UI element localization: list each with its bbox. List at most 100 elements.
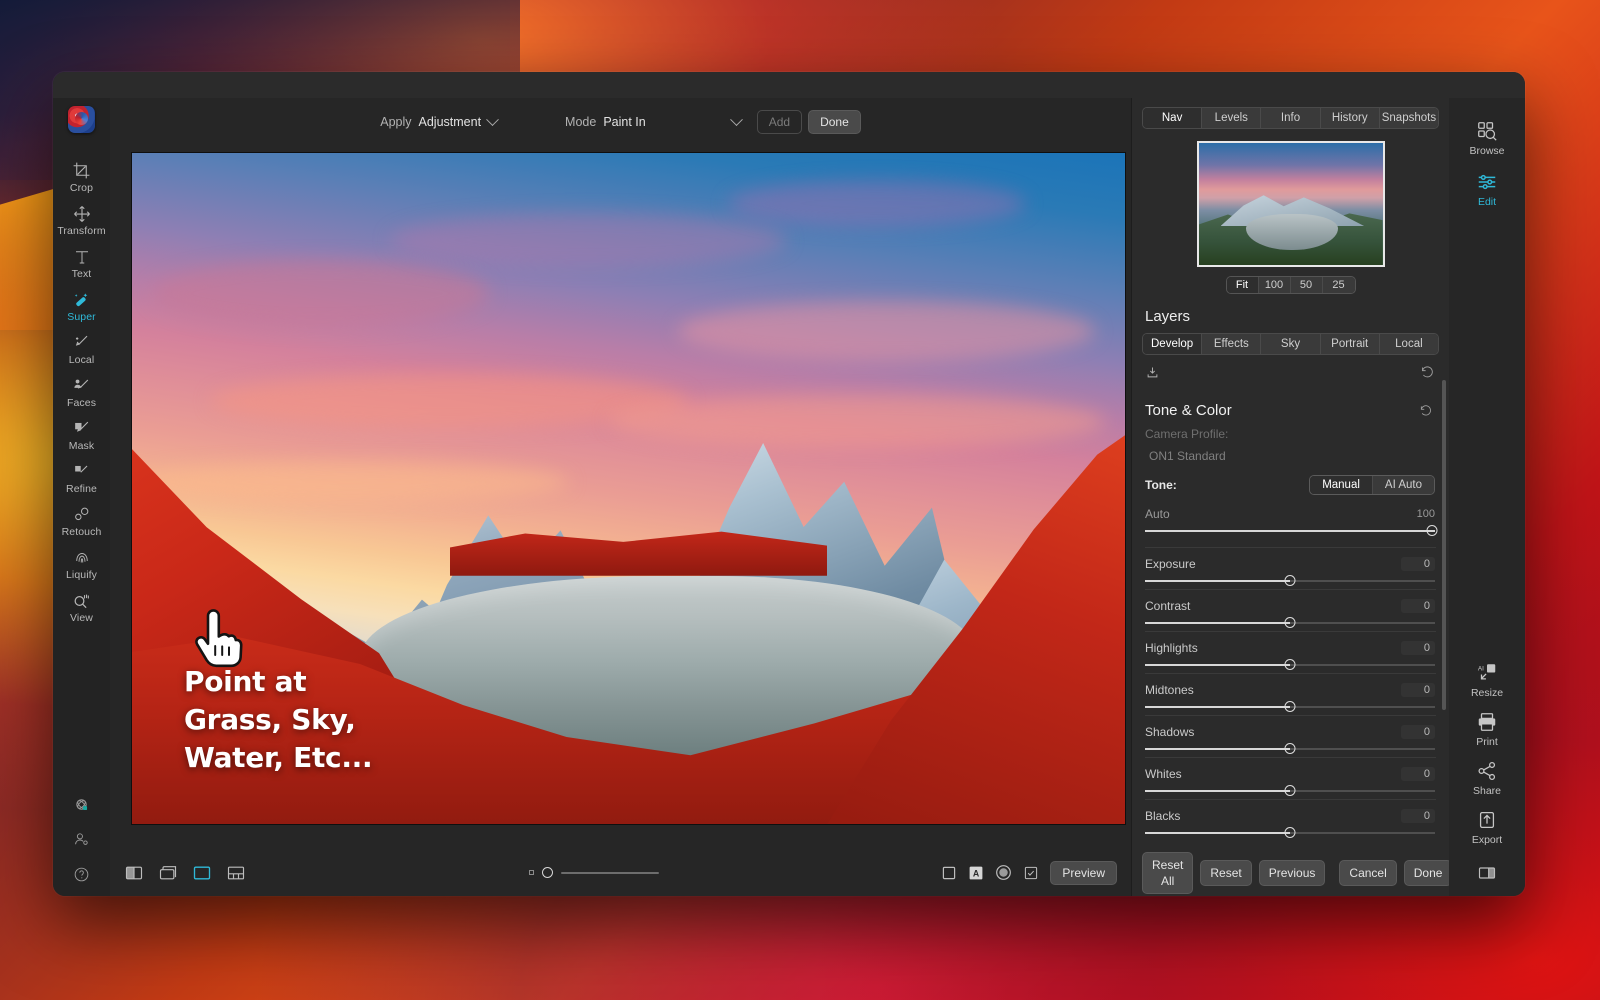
- square-icon[interactable]: [941, 865, 957, 881]
- module-browse[interactable]: Browse: [1449, 112, 1525, 163]
- slider-value[interactable]: 0: [1401, 725, 1435, 739]
- sync-globe-icon[interactable]: [72, 795, 91, 814]
- zoom-slider-group[interactable]: [246, 867, 941, 878]
- slider-knob[interactable]: [1285, 575, 1296, 586]
- module-share[interactable]: Share: [1449, 752, 1525, 801]
- zoom-100[interactable]: 100: [1259, 277, 1291, 293]
- zoom-25[interactable]: 25: [1323, 277, 1355, 293]
- checker-icon[interactable]: [1023, 865, 1039, 881]
- panel-done-button[interactable]: Done: [1404, 860, 1453, 886]
- account-icon[interactable]: [72, 830, 91, 849]
- tab-nav[interactable]: Nav: [1143, 108, 1202, 128]
- slider-track[interactable]: [1145, 743, 1435, 755]
- slider-contrast: Contrast 0: [1132, 590, 1449, 629]
- slider-knob[interactable]: [1285, 617, 1296, 628]
- tab-info[interactable]: Info: [1261, 108, 1320, 128]
- tool-faces[interactable]: Faces: [53, 372, 110, 415]
- window-titlebar[interactable]: [53, 72, 1525, 98]
- tone-mode-manual[interactable]: Manual: [1310, 476, 1373, 494]
- tab-snapshots[interactable]: Snapshots: [1380, 108, 1438, 128]
- apply-dropdown-value[interactable]: Adjustment: [419, 115, 482, 129]
- slider-knob[interactable]: [1285, 659, 1296, 670]
- slider-value[interactable]: 0: [1401, 767, 1435, 781]
- circle-fill-icon[interactable]: [995, 864, 1012, 881]
- slider-knob[interactable]: [1285, 785, 1296, 796]
- slider-knob[interactable]: [1285, 701, 1296, 712]
- tab-effects[interactable]: Effects: [1202, 334, 1261, 354]
- tool-crop[interactable]: Crop: [53, 157, 110, 200]
- tool-mask[interactable]: Mask: [53, 415, 110, 458]
- zoom-slider-track[interactable]: [561, 872, 659, 874]
- tab-levels[interactable]: Levels: [1202, 108, 1261, 128]
- reset-arrow-icon[interactable]: [1420, 365, 1435, 380]
- slider-track[interactable]: [1145, 785, 1435, 797]
- module-export[interactable]: Export: [1449, 801, 1525, 850]
- tab-local[interactable]: Local: [1380, 334, 1438, 354]
- grid-view-icon[interactable]: [226, 863, 246, 883]
- panel-toggle-icon[interactable]: [1477, 850, 1497, 896]
- auto-slider-knob[interactable]: [1427, 525, 1438, 536]
- window-view-icon[interactable]: [158, 863, 178, 883]
- tool-text[interactable]: Text: [53, 243, 110, 286]
- slider-value[interactable]: 0: [1401, 557, 1435, 571]
- right-panel: Nav Levels Info History Snapshots Fit 10…: [1131, 98, 1449, 896]
- tool-local[interactable]: Local: [53, 329, 110, 372]
- chevron-down-icon[interactable]: [486, 113, 499, 126]
- tool-refine[interactable]: Refine: [53, 458, 110, 501]
- slider-knob[interactable]: [1285, 827, 1296, 838]
- module-edit[interactable]: Edit: [1449, 163, 1525, 214]
- chevron-down-icon[interactable]: [730, 113, 743, 126]
- zoom-50[interactable]: 50: [1291, 277, 1323, 293]
- slider-track[interactable]: [1145, 659, 1435, 671]
- camera-profile-value[interactable]: ON1 Standard: [1145, 441, 1436, 463]
- compare-view-icon[interactable]: [192, 863, 212, 883]
- slider-value[interactable]: 0: [1401, 809, 1435, 823]
- slider-track[interactable]: [1145, 575, 1435, 587]
- mode-dropdown-value[interactable]: Paint In: [603, 115, 645, 129]
- preview-button[interactable]: Preview: [1050, 861, 1117, 885]
- slider-value[interactable]: 0: [1401, 641, 1435, 655]
- section-reset-icon[interactable]: [1419, 404, 1433, 418]
- photo-canvas[interactable]: Point at Grass, Sky, Water, Etc...: [132, 153, 1125, 824]
- recover-highlight-hue-row[interactable]: Recover Highlight Hue: [1132, 839, 1449, 850]
- panel-scrollbar[interactable]: [1442, 380, 1446, 710]
- tab-history[interactable]: History: [1321, 108, 1380, 128]
- tool-transform[interactable]: Transform: [53, 200, 110, 243]
- zoom-slider-knob[interactable]: [542, 867, 553, 878]
- faces-icon: [72, 376, 91, 395]
- done-button[interactable]: Done: [808, 110, 861, 134]
- adjustments-scroll-area[interactable]: Tone & Color Camera Profile: ON1 Standar…: [1132, 380, 1449, 850]
- tab-sky[interactable]: Sky: [1261, 334, 1320, 354]
- help-icon[interactable]: [72, 865, 91, 884]
- tab-develop[interactable]: Develop: [1143, 334, 1202, 354]
- tab-portrait[interactable]: Portrait: [1321, 334, 1380, 354]
- tool-view[interactable]: View: [53, 587, 110, 630]
- tool-liquify[interactable]: Liquify: [53, 544, 110, 587]
- split-view-icon[interactable]: [124, 863, 144, 883]
- cancel-button[interactable]: Cancel: [1339, 860, 1396, 886]
- add-button[interactable]: Add: [757, 110, 802, 134]
- auto-slider-row: Auto 100: [1132, 495, 1449, 537]
- tool-super[interactable]: Super: [53, 286, 110, 329]
- tone-mode-ai-auto[interactable]: AI Auto: [1373, 476, 1434, 494]
- reset-all-button[interactable]: Reset All: [1142, 852, 1193, 894]
- module-label: Edit: [1478, 196, 1496, 208]
- slider-track[interactable]: [1145, 617, 1435, 629]
- reset-button[interactable]: Reset: [1200, 860, 1251, 886]
- slider-track[interactable]: [1145, 701, 1435, 713]
- zoom-out-icon[interactable]: [529, 870, 534, 875]
- auto-slider-track[interactable]: [1145, 525, 1435, 537]
- slider-knob[interactable]: [1285, 743, 1296, 754]
- letter-a-icon[interactable]: A: [968, 865, 984, 881]
- slider-value[interactable]: 0: [1401, 683, 1435, 697]
- apply-group: Apply Adjustment: [380, 115, 497, 129]
- module-print[interactable]: Print: [1449, 703, 1525, 752]
- tool-retouch[interactable]: Retouch: [53, 501, 110, 544]
- zoom-fit[interactable]: Fit: [1227, 277, 1259, 293]
- previous-button[interactable]: Previous: [1259, 860, 1326, 886]
- import-preset-icon[interactable]: [1145, 365, 1160, 380]
- slider-track[interactable]: [1145, 827, 1435, 839]
- navigator-thumbnail[interactable]: [1197, 141, 1385, 267]
- slider-value[interactable]: 0: [1401, 599, 1435, 613]
- module-resize[interactable]: AI Resize: [1449, 654, 1525, 703]
